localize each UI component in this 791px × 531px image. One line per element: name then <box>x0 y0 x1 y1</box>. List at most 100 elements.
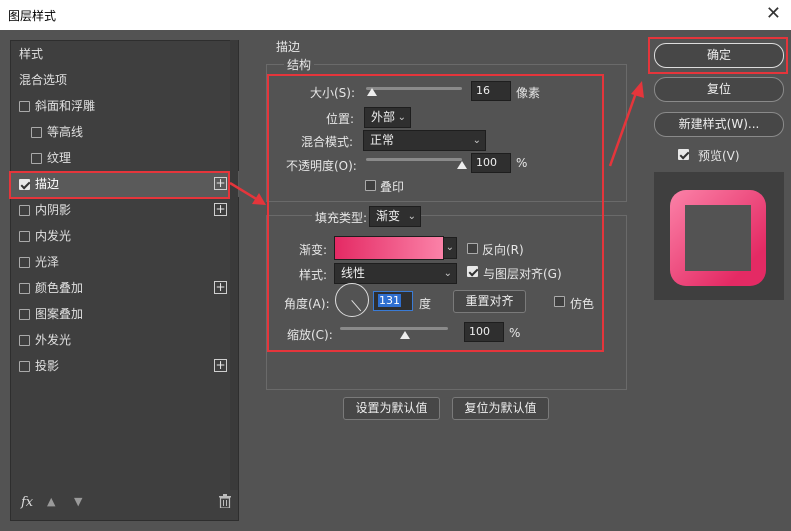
blend-mode-value: 正常 <box>370 133 395 147</box>
size-input[interactable]: 16 <box>471 81 511 101</box>
chevron-down-icon: ⌄ <box>445 242 454 253</box>
new-style-button[interactable]: 新建样式(W)... <box>654 112 784 137</box>
scale-input[interactable]: 100 <box>464 322 504 342</box>
scale-unit: % <box>509 326 521 340</box>
reset-alignment-button[interactable]: 重置对齐 <box>453 290 526 313</box>
style-item[interactable]: 光泽 <box>11 249 239 275</box>
style-item-label: 外发光 <box>35 333 72 347</box>
close-icon[interactable]: ✕ <box>766 3 781 24</box>
style-item-label: 纹理 <box>47 151 72 165</box>
position-select[interactable]: 外部 ⌄ <box>364 107 411 128</box>
style-item[interactable]: 图案叠加 <box>11 301 239 327</box>
angle-dial[interactable] <box>335 283 369 317</box>
fx-icon[interactable]: fx <box>21 495 33 510</box>
style-item-checkbox[interactable] <box>19 205 30 216</box>
overprint-checkbox[interactable] <box>365 180 376 191</box>
style-item-label: 斜面和浮雕 <box>35 99 96 113</box>
style-item[interactable]: 描边 + <box>11 171 239 197</box>
style-item-label: 混合选项 <box>19 73 68 87</box>
style-item-checkbox[interactable] <box>31 127 42 138</box>
style-item-label: 描边 <box>35 177 60 191</box>
reverse-label: 反向(R) <box>482 243 524 257</box>
style-item[interactable]: 斜面和浮雕 <box>11 93 239 119</box>
opacity-unit: % <box>516 156 528 170</box>
scale-label: 缩放(C): <box>287 328 333 342</box>
gradient-swatch[interactable] <box>334 236 444 260</box>
preview-label: 预览(V) <box>698 149 740 163</box>
style-item[interactable]: 外发光 <box>11 327 239 353</box>
add-effect-icon[interactable]: + <box>214 177 227 190</box>
title-bar: 图层样式 ✕ <box>0 0 791 30</box>
chevron-down-icon: ⌄ <box>443 268 452 279</box>
reverse-checkbox[interactable] <box>467 243 478 254</box>
reset-default-button[interactable]: 复位为默认值 <box>452 397 549 420</box>
position-value: 外部 <box>371 110 396 124</box>
style-item-label: 颜色叠加 <box>35 281 84 295</box>
angle-input[interactable]: 131 <box>373 291 413 311</box>
overprint-label: 叠印 <box>380 180 405 194</box>
style-item[interactable]: 投影 + <box>11 353 239 379</box>
style-item-label: 投影 <box>35 359 60 373</box>
opacity-label: 不透明度(O): <box>286 159 357 173</box>
fill-type-select[interactable]: 渐变 ⌄ <box>369 206 421 227</box>
style-item-checkbox[interactable] <box>19 231 30 242</box>
style-item[interactable]: 样式 <box>11 41 239 67</box>
style-item-label: 等高线 <box>47 125 84 139</box>
opacity-slider[interactable] <box>366 158 462 161</box>
reset-button[interactable]: 复位 <box>654 77 784 102</box>
move-up-icon[interactable]: ▲ <box>47 495 55 508</box>
size-slider-thumb[interactable] <box>366 88 377 96</box>
style-select[interactable]: 线性 ⌄ <box>334 263 457 284</box>
style-item[interactable]: 内阴影 + <box>11 197 239 223</box>
dither-checkbox[interactable] <box>554 296 565 307</box>
style-item-checkbox[interactable] <box>19 101 30 112</box>
preview-panel <box>654 172 784 300</box>
angle-label: 角度(A): <box>284 297 330 311</box>
stroke-section-title: 描边 <box>276 40 301 54</box>
preview-checkbox[interactable] <box>678 149 689 160</box>
style-item-checkbox[interactable] <box>19 361 30 372</box>
angle-unit: 度 <box>419 297 432 311</box>
ok-button[interactable]: 确定 <box>654 43 784 68</box>
style-item-checkbox[interactable] <box>19 309 30 320</box>
fill-type-value: 渐变 <box>376 209 401 223</box>
size-slider[interactable] <box>366 87 462 90</box>
dither-label: 仿色 <box>570 297 595 311</box>
align-with-layer-checkbox[interactable] <box>467 266 478 277</box>
style-item[interactable]: 等高线 <box>11 119 239 145</box>
opacity-input[interactable]: 100 <box>471 153 511 173</box>
add-effect-icon[interactable]: + <box>214 203 227 216</box>
chevron-down-icon: ⌄ <box>397 112 406 123</box>
gradient-dropdown[interactable]: ⌄ <box>443 237 457 259</box>
window-title: 图层样式 <box>8 9 57 23</box>
style-label: 样式: <box>299 268 328 282</box>
preview-thumbnail <box>670 190 766 286</box>
styles-scrollbar[interactable] <box>230 40 238 490</box>
size-label: 大小(S): <box>310 86 356 100</box>
add-effect-icon[interactable]: + <box>214 281 227 294</box>
position-label: 位置: <box>326 112 355 126</box>
structure-title: 结构 <box>284 56 315 73</box>
trash-icon[interactable] <box>219 494 231 508</box>
style-item-checkbox[interactable] <box>19 283 30 294</box>
style-item[interactable]: 纹理 <box>11 145 239 171</box>
opacity-slider-thumb[interactable] <box>457 161 467 169</box>
style-item-checkbox[interactable] <box>19 179 30 190</box>
set-default-button[interactable]: 设置为默认值 <box>343 397 440 420</box>
scale-slider[interactable] <box>340 327 448 330</box>
style-item[interactable]: 混合选项 <box>11 67 239 93</box>
style-item-checkbox[interactable] <box>19 335 30 346</box>
style-item-checkbox[interactable] <box>19 257 30 268</box>
blend-mode-select[interactable]: 正常 ⌄ <box>363 130 486 151</box>
style-item[interactable]: 颜色叠加 + <box>11 275 239 301</box>
style-item-checkbox[interactable] <box>31 153 42 164</box>
style-item[interactable]: 内发光 <box>11 223 239 249</box>
scale-slider-thumb[interactable] <box>400 331 410 339</box>
style-item-label: 样式 <box>19 47 44 61</box>
angle-needle <box>351 300 362 312</box>
move-down-icon[interactable]: ▼ <box>74 495 82 508</box>
add-effect-icon[interactable]: + <box>214 359 227 372</box>
styles-list: 样式 混合选项 斜面和浮雕 等高线 纹理 描边 + 内阴影 + 内发光 光泽 颜色叠加 + 图案叠加 外发光… <box>10 40 239 521</box>
preview-thumbnail-inner <box>685 205 751 271</box>
chevron-down-icon: ⌄ <box>472 135 481 146</box>
